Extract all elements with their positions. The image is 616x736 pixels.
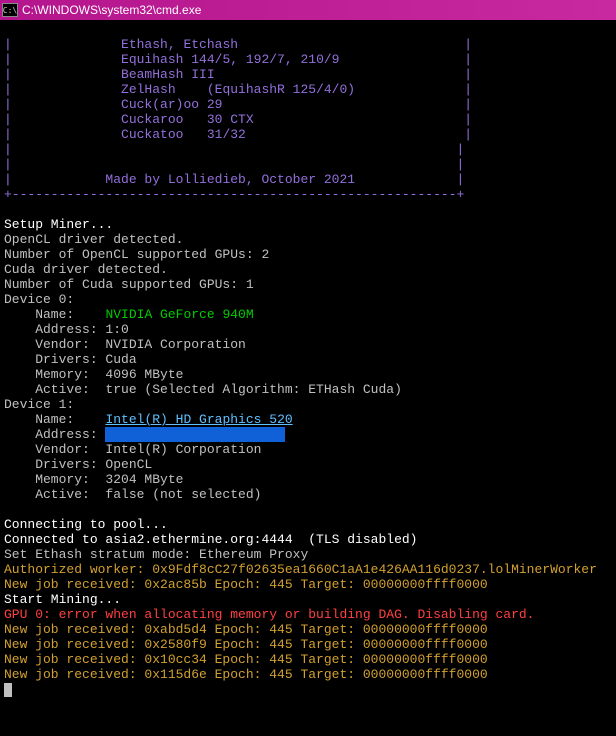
pool-start: Start Mining... [4,592,121,607]
device0-drivers: Drivers: Cuda [4,352,137,367]
banner-divider: +---------------------------------------… [4,187,464,202]
cuda-detect: Cuda driver detected. [4,262,168,277]
opencl-count: Number of OpenCL supported GPUs: 2 [4,247,269,262]
banner-line: | Cuckaroo 30 CTX | [4,112,472,127]
window-title: C:\WINDOWS\system32\cmd.exe [22,3,201,17]
cursor [4,683,12,697]
banner-line: | | [4,142,464,157]
pool-auth: Authorized worker: 0x9Fdf8cC27f02635ea16… [4,562,597,577]
device0-active: Active: true (Selected Algorithm: ETHash… [4,382,402,397]
cuda-count: Number of Cuda supported GPUs: 1 [4,277,254,292]
device0-header: Device 0: [4,292,74,307]
device1-drivers: Drivers: OpenCL [4,457,152,472]
pool-job: New job received: 0x10cc34 Epoch: 445 Ta… [4,652,488,667]
device0-address: Address: 1:0 [4,322,129,337]
cmd-icon: C:\ [2,3,18,17]
device1-vendor: Vendor: Intel(R) Corporation [4,442,261,457]
pool-mode: Set Ethash stratum mode: Ethereum Proxy [4,547,308,562]
pool-error: GPU 0: error when allocating memory or b… [4,607,535,622]
device1-memory: Memory: 3204 MByte [4,472,183,487]
device1-header: Device 1: [4,397,74,412]
banner-line: | BeamHash III | [4,67,472,82]
banner-line: | Cuck(ar)oo 29 | [4,97,472,112]
device1-name: Name: Intel(R) HD Graphics 520 [4,412,293,427]
banner-line: | ZelHash (EquihashR 125/4/0) | [4,82,472,97]
pool-connected: Connected to asia2.ethermine.org:4444 (T… [4,532,417,547]
console-output: | Ethash, Etchash | | Equihash 144/5, 19… [0,20,616,699]
device1-address: Address: [4,427,285,442]
window-titlebar[interactable]: C:\ C:\WINDOWS\system32\cmd.exe [0,0,616,20]
banner-line: | Cuckatoo 31/32 | [4,127,472,142]
pool-job: New job received: 0x115d6e Epoch: 445 Ta… [4,667,488,682]
device0-vendor: Vendor: NVIDIA Corporation [4,337,246,352]
opencl-detect: OpenCL driver detected. [4,232,183,247]
pool-job: New job received: 0x2ac85b Epoch: 445 Ta… [4,577,488,592]
banner-line: | Equihash 144/5, 192/7, 210/9 | [4,52,472,67]
pool-job: New job received: 0xabd5d4 Epoch: 445 Ta… [4,622,488,637]
pool-job: New job received: 0x2580f9 Epoch: 445 Ta… [4,637,488,652]
device0-name: Name: NVIDIA GeForce 940M [4,307,254,322]
pool-connecting: Connecting to pool... [4,517,168,532]
device0-memory: Memory: 4096 MByte [4,367,183,382]
device1-active: Active: false (not selected) [4,487,261,502]
banner-line: | | [4,157,464,172]
setup-header: Setup Miner... [4,217,113,232]
banner-credit: | Made by Lolliedieb, October 2021 | [4,172,464,187]
banner-line: | Ethash, Etchash | [4,37,472,52]
